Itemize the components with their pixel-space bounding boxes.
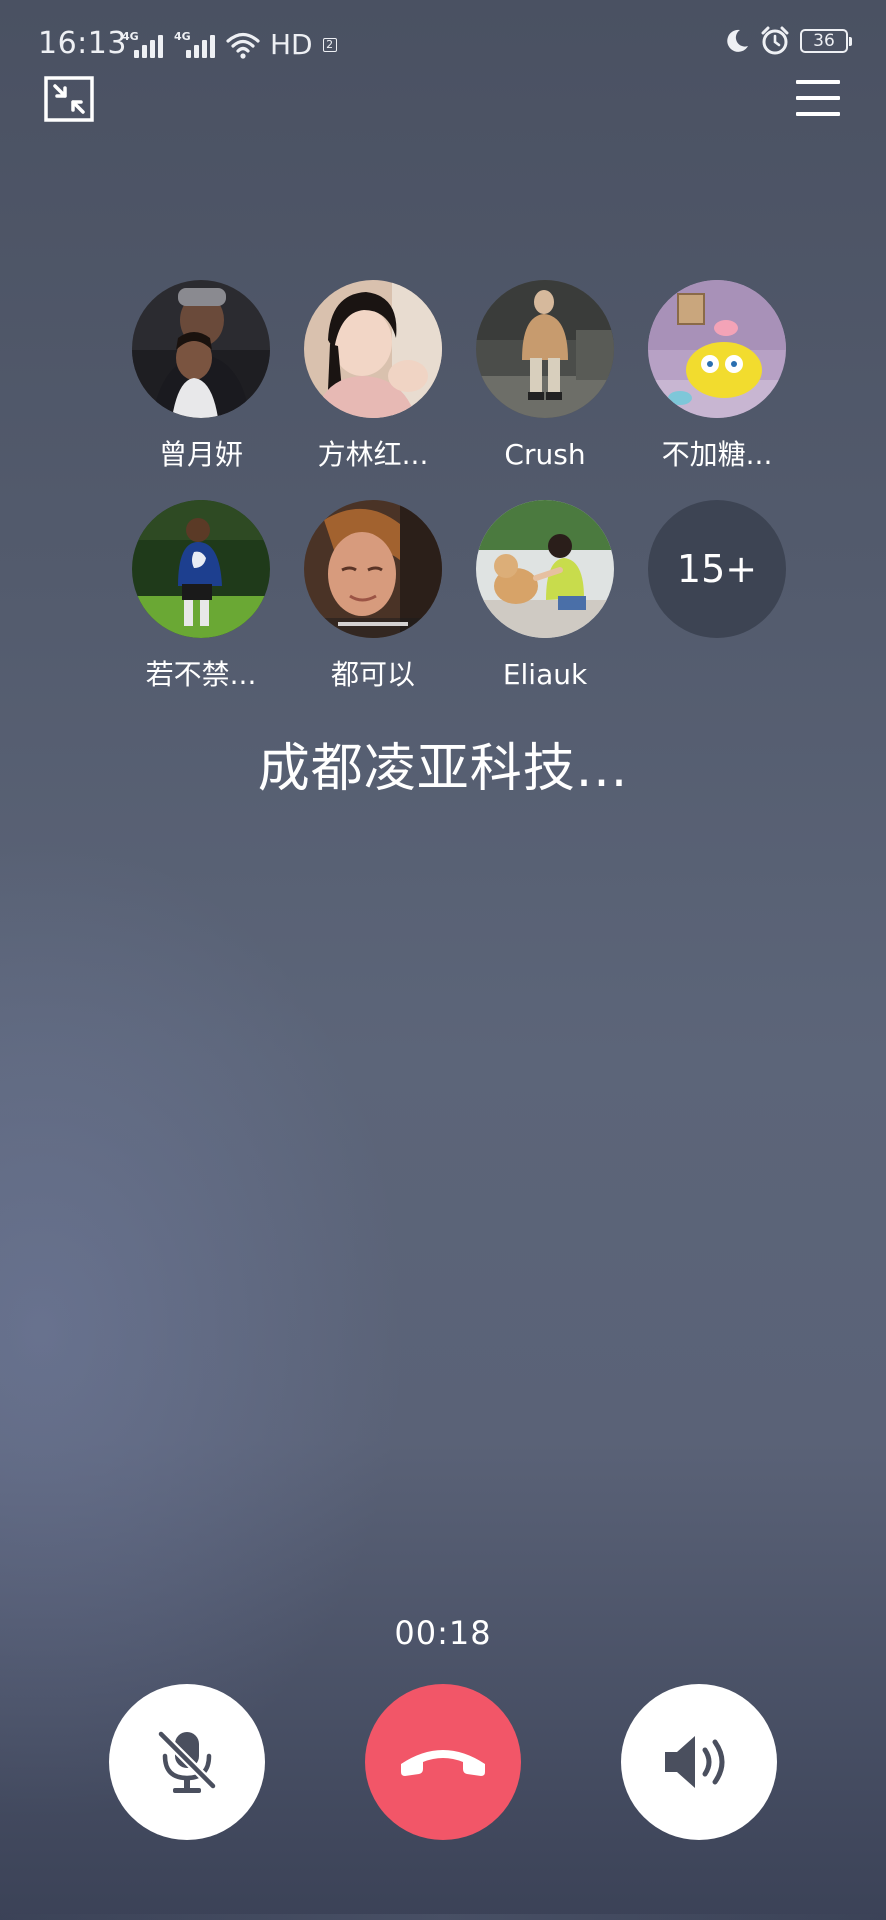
alarm-icon xyxy=(761,26,789,55)
mic-off-icon xyxy=(156,1729,218,1793)
avatar xyxy=(132,500,270,638)
participant-name: 不加糖... xyxy=(661,438,773,471)
voice-call-screen: 16:13 4G 4G HD 2 36 曾月妍 方林红... Crush 不加糖… xyxy=(0,0,886,1920)
avatar xyxy=(304,280,442,418)
battery-icon: 36 xyxy=(800,29,852,53)
participant-item[interactable]: 若不禁... xyxy=(115,500,287,692)
avatar xyxy=(132,280,270,418)
participant-item[interactable]: 方林红... xyxy=(287,280,459,472)
menu-button[interactable] xyxy=(796,78,840,118)
participant-name: 曾月妍 xyxy=(158,438,243,471)
participant-item[interactable]: Crush xyxy=(459,280,631,472)
minimize-icon xyxy=(44,76,94,122)
speaker-button[interactable] xyxy=(621,1684,777,1840)
signal-icon: 4G xyxy=(174,30,218,60)
battery-level: 36 xyxy=(813,31,835,51)
avatar xyxy=(648,280,786,418)
participant-name: 方林红... xyxy=(317,438,429,471)
participant-item[interactable]: 都可以 xyxy=(287,500,459,692)
hd-sub-label: 2 xyxy=(322,37,337,52)
hd-label: HD xyxy=(270,28,313,61)
menu-icon xyxy=(796,80,840,116)
participant-name: Eliauk xyxy=(502,658,588,691)
hangup-icon xyxy=(401,1750,485,1776)
participant-name: 都可以 xyxy=(330,658,415,691)
avatar xyxy=(304,500,442,638)
group-name: 成都凌亚科技... xyxy=(257,739,629,799)
status-icons-left: 4G 4G HD 2 xyxy=(122,28,337,61)
mute-button[interactable] xyxy=(109,1684,265,1840)
call-duration: 00:18 xyxy=(394,1614,492,1652)
avatar xyxy=(476,500,614,638)
participant-item[interactable]: 不加糖... xyxy=(631,280,803,472)
participant-item[interactable]: Eliauk xyxy=(459,500,631,692)
minimize-button[interactable] xyxy=(44,76,94,122)
home-indicator xyxy=(0,1914,886,1920)
moon-icon xyxy=(727,29,748,52)
signal-icon: 4G xyxy=(122,30,166,60)
speaker-icon xyxy=(665,1736,725,1788)
status-time: 16:13 xyxy=(38,26,127,61)
participant-item[interactable]: 曾月妍 xyxy=(115,280,287,472)
status-bar: 16:13 4G 4G HD 2 36 xyxy=(0,0,886,90)
more-participants[interactable]: 15+ xyxy=(631,500,803,638)
avatar xyxy=(476,280,614,418)
hangup-button[interactable] xyxy=(365,1684,521,1840)
participant-name: 若不禁... xyxy=(145,658,257,691)
status-icons-right: 36 xyxy=(722,26,852,56)
wifi-icon xyxy=(226,32,260,59)
participant-name: Crush xyxy=(504,438,586,471)
more-participants-badge: 15+ xyxy=(648,500,786,638)
